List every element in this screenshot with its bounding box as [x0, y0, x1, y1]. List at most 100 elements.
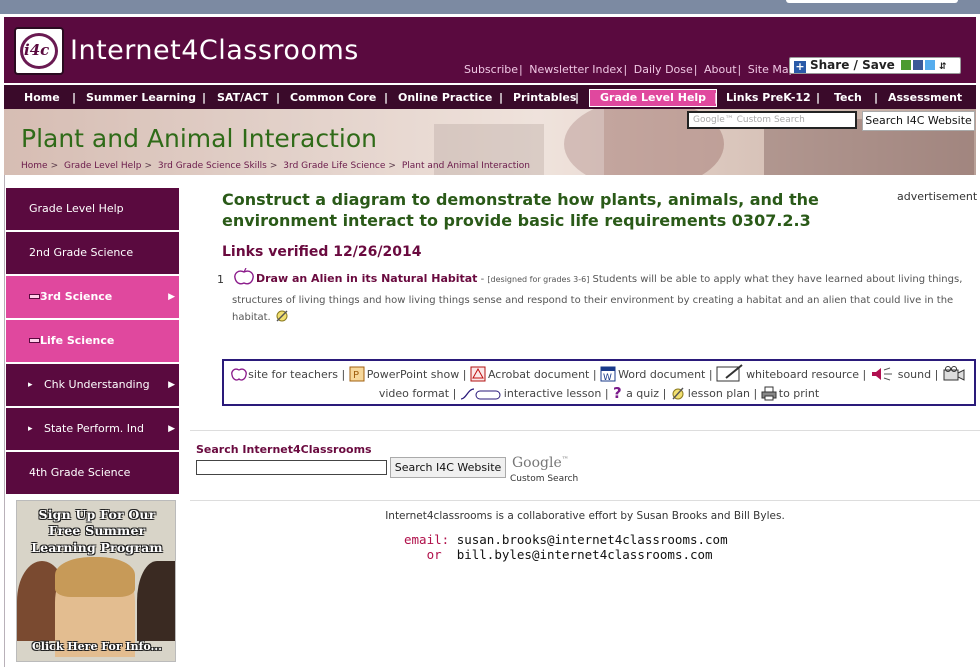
- site-search-input[interactable]: [196, 460, 387, 475]
- legend-label: site for teachers: [248, 368, 339, 381]
- nav-separator: |: [72, 91, 77, 104]
- resource-link[interactable]: Draw an Alien in its Natural Habitat: [256, 272, 477, 285]
- legend-label: Acrobat document: [487, 368, 590, 381]
- apple-icon: [230, 366, 248, 382]
- legend-label: lesson plan: [687, 387, 751, 400]
- google-custom-search-label: Custom Search: [510, 474, 579, 484]
- summer-learning-promo[interactable]: Sign Up For Our Free Summer Learning Pro…: [16, 500, 176, 662]
- breadcrumb-3rd-grade-science-skills[interactable]: 3rd Grade Science Skills: [158, 161, 267, 171]
- share-label: Share / Save: [810, 58, 895, 72]
- sidebar: Grade Level Help 2nd Grade Science 3rd S…: [6, 188, 179, 496]
- list-item-number: 1: [217, 273, 224, 286]
- site-logo[interactable]: i4c: [14, 27, 64, 75]
- caret-right-icon: ▸: [28, 380, 33, 390]
- updown-arrows-icon: ⇵: [938, 62, 947, 72]
- legend-label: to print: [778, 387, 820, 400]
- nav-links-prek-12[interactable]: Links PreK-12: [726, 89, 811, 107]
- custom-search-input[interactable]: Google™ Custom Search: [687, 111, 857, 129]
- sidebar-item-3rd-science[interactable]: 3rd Science ▶: [6, 276, 179, 318]
- sidebar-item-4th-grade-science[interactable]: 4th Grade Science: [6, 452, 179, 494]
- site-title[interactable]: Internet4Classrooms: [70, 35, 359, 66]
- resource-dash: -: [477, 274, 488, 285]
- nav-separator: |: [499, 91, 504, 104]
- lesson-plan-icon: [274, 309, 288, 323]
- legend-label: PowerPoint show: [366, 368, 460, 381]
- icon-legend: site for teachers | P PowerPoint show | A…: [222, 359, 976, 406]
- nav-home[interactable]: Home: [24, 89, 60, 107]
- browser-top-strip: [0, 0, 980, 14]
- promo-cta[interactable]: Click Here For Info...: [17, 640, 175, 653]
- whiteboard-icon: [716, 364, 744, 382]
- share-plus-icon: +: [794, 60, 806, 73]
- svg-text:?: ?: [613, 385, 622, 401]
- nav-separator: |: [874, 91, 879, 104]
- grade-note: [designed for grades 3-6]: [487, 275, 590, 284]
- sidebar-item-label: Chk Understanding: [44, 378, 150, 391]
- top-link-newsletter-index[interactable]: Newsletter Index: [529, 63, 622, 76]
- top-link-daily-dose[interactable]: Daily Dose: [634, 63, 693, 76]
- custom-search-button[interactable]: Search I4C Website: [862, 111, 975, 131]
- email-share-icon: [900, 60, 911, 70]
- nav-sat-act[interactable]: SAT/ACT: [217, 89, 268, 107]
- apple-icon: [232, 267, 256, 292]
- site-header: i4c Internet4Classrooms Subscribe| Newsl…: [4, 17, 976, 83]
- share-save-button[interactable]: + Share / Save ⇵: [789, 57, 961, 74]
- promo-photo-hair: [55, 557, 135, 597]
- breadcrumb-grade-level-help[interactable]: Grade Level Help: [64, 161, 141, 171]
- nav-grade-level-help[interactable]: Grade Level Help: [589, 89, 718, 107]
- footer-collab-text: Internet4classrooms is a collaborative e…: [385, 510, 785, 522]
- bullet-icon: [29, 338, 40, 343]
- bullet-icon: [29, 294, 40, 299]
- quiz-icon: ?: [612, 384, 624, 402]
- nav-online-practice[interactable]: Online Practice: [398, 89, 492, 107]
- chevron-right-icon: ▶: [168, 424, 175, 434]
- top-link-subscribe[interactable]: Subscribe: [464, 63, 518, 76]
- promo-photo-shape: [137, 561, 175, 641]
- sidebar-item-label: 4th Grade Science: [29, 466, 131, 479]
- nav-printables[interactable]: Printables: [513, 89, 576, 107]
- email-link-susan[interactable]: susan.brooks@internet4classrooms.com: [457, 532, 728, 547]
- main-nav: Home | Summer Learning | SAT/ACT | Commo…: [4, 83, 976, 109]
- legend-label: interactive lesson: [503, 387, 602, 400]
- nav-separator: |: [276, 91, 281, 104]
- sidebar-item-label: Life Science: [40, 334, 115, 347]
- sidebar-item-grade-level-help[interactable]: Grade Level Help: [6, 188, 179, 230]
- breadcrumb-home[interactable]: Home: [21, 161, 48, 171]
- nav-separator: |: [816, 91, 821, 104]
- sidebar-item-2nd-grade-science[interactable]: 2nd Grade Science: [6, 232, 179, 274]
- page-title: Plant and Animal Interaction: [21, 124, 378, 153]
- sidebar-item-chk-understanding[interactable]: ▸ Chk Understanding ▶: [6, 364, 179, 406]
- top-strip-pill: [786, 0, 958, 3]
- sidebar-item-label: 3rd Science: [40, 290, 113, 303]
- sidebar-item-life-science[interactable]: Life Science: [6, 320, 179, 362]
- nav-assessment[interactable]: Assessment: [888, 89, 962, 107]
- sidebar-item-state-perform-ind[interactable]: ▸ State Perform. Ind ▶: [6, 408, 179, 450]
- legend-label: video format: [378, 387, 450, 400]
- advertisement-label: advertisement: [897, 190, 978, 203]
- divider: [190, 430, 980, 431]
- facebook-icon: [912, 60, 923, 70]
- caret-right-icon: ▸: [28, 424, 33, 434]
- site-search-label: Search Internet4Classrooms: [196, 443, 372, 456]
- breadcrumb-3rd-grade-life-science[interactable]: 3rd Grade Life Science: [283, 161, 385, 171]
- sidebar-item-label: 2nd Grade Science: [29, 246, 134, 259]
- powerpoint-icon: P: [349, 366, 365, 382]
- nav-common-core[interactable]: Common Core: [290, 89, 376, 107]
- nav-tech[interactable]: Tech: [834, 89, 862, 107]
- nav-summer-learning[interactable]: Summer Learning: [86, 89, 196, 107]
- chevron-right-icon: ▶: [168, 292, 175, 302]
- promo-line: Free Summer: [48, 523, 146, 538]
- breadcrumb: Home > Grade Level Help > 3rd Grade Scienc…: [21, 161, 531, 171]
- acrobat-icon: [470, 366, 486, 382]
- legend-label: whiteboard resource: [746, 368, 860, 381]
- video-icon: [942, 366, 966, 382]
- site-search-button[interactable]: Search I4C Website: [390, 457, 506, 478]
- or-label: or: [426, 547, 442, 562]
- promo-line: Learning Program: [31, 540, 163, 555]
- google-logo: Google™: [512, 455, 569, 471]
- print-icon: [761, 385, 777, 401]
- email-link-bill[interactable]: bill.byles@internet4classrooms.com: [457, 547, 713, 562]
- top-link-about[interactable]: About: [704, 63, 737, 76]
- sound-icon: [870, 366, 896, 382]
- nav-separator: |: [575, 91, 580, 104]
